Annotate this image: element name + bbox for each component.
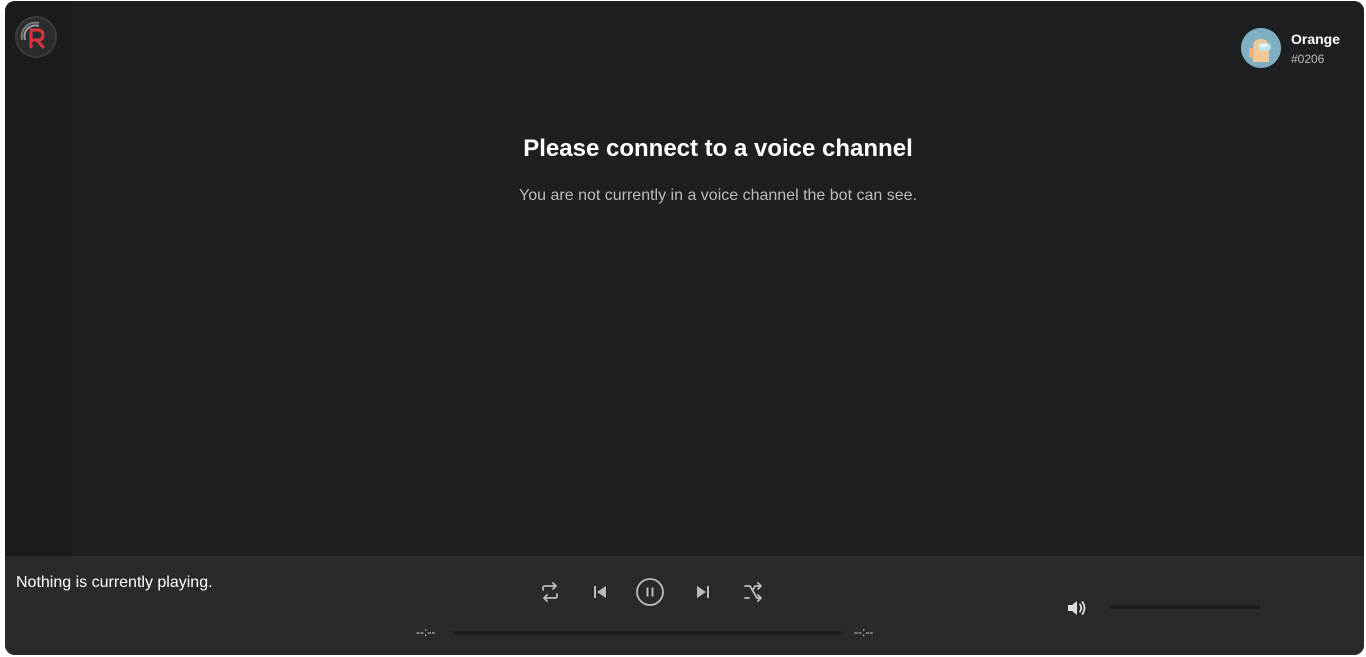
now-playing-text: Nothing is currently playing. xyxy=(16,574,213,591)
username: Orange xyxy=(1290,31,1340,47)
main-content: Orange #0206 Please connect to a voice c… xyxy=(72,1,1364,556)
volume-icon[interactable] xyxy=(1065,597,1089,619)
playback-controls xyxy=(535,576,765,608)
player-bar: Nothing is currently playing. --:-- --:-… xyxy=(5,556,1364,655)
shuffle-icon xyxy=(744,582,762,602)
repeat-icon xyxy=(542,582,558,602)
skip-previous-icon xyxy=(594,586,606,598)
notice-title: Please connect to a voice channel xyxy=(523,135,913,162)
previous-button[interactable] xyxy=(585,576,615,608)
progress-row: --:-- --:-- xyxy=(410,624,890,640)
repeat-button[interactable] xyxy=(535,576,565,608)
user-discriminator: #0206 xyxy=(1290,52,1325,66)
pause-icon xyxy=(636,578,664,606)
rythm-logo-icon[interactable] xyxy=(15,16,57,58)
skip-next-icon xyxy=(697,586,709,598)
volume-slider[interactable] xyxy=(1110,605,1260,609)
user-profile[interactable]: Orange #0206 xyxy=(1240,28,1340,68)
pause-button[interactable] xyxy=(633,576,667,608)
sidebar xyxy=(5,1,72,556)
next-button[interactable] xyxy=(688,576,718,608)
elapsed-time: --:-- xyxy=(416,625,436,639)
volume-fill xyxy=(1110,605,1260,609)
duration-time: --:-- xyxy=(854,625,874,639)
app-window: Orange #0206 Please connect to a voice c… xyxy=(5,1,1364,655)
voice-channel-notice: Please connect to a voice channel You ar… xyxy=(72,131,1364,207)
crewmate-avatar-icon xyxy=(1240,28,1281,68)
progress-bar[interactable] xyxy=(453,631,842,635)
shuffle-button[interactable] xyxy=(738,576,768,608)
notice-subtitle: You are not currently in a voice channel… xyxy=(519,187,917,204)
